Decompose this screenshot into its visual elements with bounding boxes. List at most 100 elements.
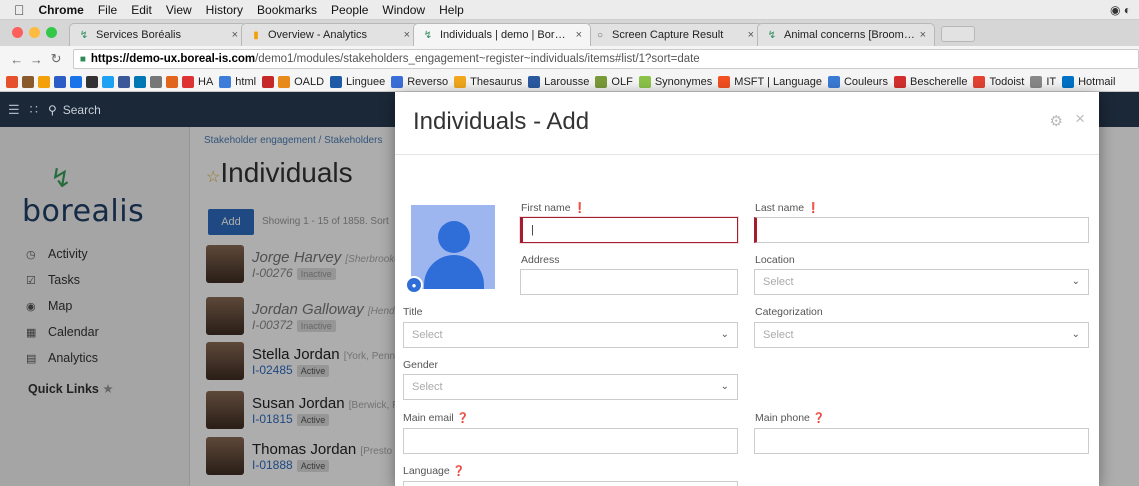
close-tab-icon[interactable]: ×	[232, 29, 238, 41]
bookmark-icon[interactable]	[6, 75, 18, 88]
menu-chrome[interactable]: Chrome	[39, 3, 84, 17]
bookmark-reverso[interactable]: Reverso	[391, 75, 449, 88]
bookmark-couleurs[interactable]: Couleurs	[827, 75, 888, 88]
search-label: Search	[62, 102, 101, 117]
bookmark-icon[interactable]	[166, 75, 178, 88]
bookmark-ha[interactable]: HA	[182, 75, 214, 88]
browser-tab-analytics[interactable]: ▮ Overview - Analytics ×	[241, 23, 419, 46]
bookmark-msft[interactable]: MSFT | Language	[718, 75, 822, 88]
bookmark-oald[interactable]: OALD	[278, 75, 324, 88]
close-tab-icon[interactable]: ×	[576, 29, 582, 41]
location-label: Location	[755, 254, 795, 266]
menu-icon[interactable]: ☰	[8, 102, 20, 118]
help-icon[interactable]: ❓	[453, 466, 465, 477]
first-name-label: First name ❗	[521, 202, 586, 214]
bookmark-label: Linguee	[346, 75, 386, 88]
search-button[interactable]: ⚲ Search	[48, 103, 101, 117]
bookmark-label: Reverso	[407, 75, 449, 88]
status-icons[interactable]: ◉ ◐	[1110, 3, 1131, 17]
categorization-select[interactable]: Select ⌄	[754, 322, 1089, 348]
bookmark-it[interactable]: IT	[1030, 75, 1056, 88]
first-name-input[interactable]: |	[520, 217, 738, 243]
chevron-down-icon: ⌄	[720, 329, 729, 340]
back-icon[interactable]: ←	[8, 52, 26, 67]
gear-icon[interactable]: ⚙	[1050, 112, 1063, 130]
profile-photo-placeholder[interactable]	[411, 205, 495, 289]
bookmark-label: Bescherelle	[909, 75, 968, 88]
menu-help[interactable]: Help	[439, 3, 464, 17]
bookmark-icon[interactable]	[102, 75, 114, 88]
bookmark-todoist[interactable]: Todoist	[973, 75, 1024, 88]
main-phone-input[interactable]	[754, 428, 1089, 454]
chevron-down-icon: ⌄	[720, 381, 729, 392]
address-input[interactable]	[520, 269, 738, 295]
tab-label: Individuals | demo | Boréalis	[440, 29, 572, 41]
minimize-window-icon[interactable]	[29, 27, 40, 38]
close-tab-icon[interactable]: ×	[920, 29, 926, 41]
bookmark-olf[interactable]: OLF	[595, 75, 633, 88]
camera-icon: ○	[596, 29, 604, 41]
language-label: Language ❓	[403, 465, 465, 477]
browser-tab-animal-concerns[interactable]: ↯ Animal concerns [Broome (Cit ×	[757, 23, 935, 46]
bookmark-icon[interactable]	[86, 75, 98, 88]
title-select[interactable]: Select ⌄	[403, 322, 738, 348]
menu-file[interactable]: File	[98, 3, 117, 17]
help-icon[interactable]: ❓	[813, 413, 825, 424]
person-head-shape	[438, 221, 470, 253]
reload-icon[interactable]: ↻	[47, 51, 65, 67]
bookmark-html[interactable]: html	[219, 75, 256, 88]
window-controls	[0, 27, 69, 46]
bookmark-icon[interactable]	[118, 75, 130, 88]
gender-placeholder: Select	[412, 381, 443, 393]
new-tab-button[interactable]	[941, 26, 975, 42]
apple-icon[interactable]: 	[14, 2, 25, 18]
gender-select[interactable]: Select ⌄	[403, 374, 738, 400]
browser-tab-screen-capture[interactable]: ○ Screen Capture Result ×	[585, 23, 763, 46]
camera-icon[interactable]: ●	[405, 276, 423, 294]
bookmark-icon[interactable]	[70, 75, 82, 88]
bookmark-larousse[interactable]: Larousse	[528, 75, 589, 88]
main-email-input[interactable]	[403, 428, 738, 454]
menu-view[interactable]: View	[166, 3, 192, 17]
forward-icon[interactable]: →	[28, 52, 46, 67]
bookmark-thesaurus[interactable]: Thesaurus	[454, 75, 522, 88]
bookmark-label: HA	[198, 75, 214, 88]
bookmark-icon	[1062, 75, 1075, 88]
bookmark-label: Hotmail	[1078, 75, 1116, 88]
close-window-icon[interactable]	[12, 27, 23, 38]
bookmark-icon[interactable]	[134, 75, 146, 88]
bookmark-icon[interactable]	[262, 75, 275, 88]
language-select[interactable]	[403, 481, 738, 486]
menu-window[interactable]: Window	[382, 3, 425, 17]
title-label: Title	[403, 306, 423, 318]
menu-bookmarks[interactable]: Bookmarks	[257, 3, 317, 17]
bookmark-icon[interactable]	[38, 75, 50, 88]
menu-people[interactable]: People	[331, 3, 368, 17]
url-input[interactable]: ■ https://demo-ux.boreal-is.com/demo1/mo…	[72, 49, 1139, 69]
browser-tab-individuals[interactable]: ↯ Individuals | demo | Boréalis ×	[413, 23, 591, 46]
bookmark-bescherelle[interactable]: Bescherelle	[893, 75, 968, 88]
bookmark-icon	[182, 75, 194, 88]
bookmark-icon[interactable]	[150, 75, 162, 88]
close-icon[interactable]: ×	[1075, 109, 1085, 129]
bookmark-icon[interactable]	[22, 75, 34, 88]
close-tab-icon[interactable]: ×	[748, 29, 754, 41]
help-icon[interactable]: ❓	[457, 413, 469, 424]
close-tab-icon[interactable]: ×	[404, 29, 410, 41]
required-icon: ❗	[573, 203, 586, 214]
gender-label: Gender	[403, 359, 439, 371]
location-select[interactable]: Select ⌄	[754, 269, 1089, 295]
bookmark-linguee[interactable]: Linguee	[330, 75, 386, 88]
menu-history[interactable]: History	[206, 3, 243, 17]
last-name-input[interactable]	[754, 217, 1089, 243]
bookmark-synonymes[interactable]: Synonymes	[638, 75, 712, 88]
menu-edit[interactable]: Edit	[131, 3, 152, 17]
bookmark-hotmail[interactable]: Hotmail	[1062, 75, 1116, 88]
dialog-header: Individuals - Add ⚙ ×	[395, 92, 1099, 155]
grid-icon[interactable]: ∷	[30, 102, 38, 118]
bookmark-label: OLF	[611, 75, 633, 88]
first-name-label-text: First name	[521, 202, 571, 214]
maximize-window-icon[interactable]	[46, 27, 57, 38]
bookmark-icon[interactable]	[54, 75, 66, 88]
browser-tab-services[interactable]: ↯ Services Boréalis ×	[69, 23, 247, 46]
